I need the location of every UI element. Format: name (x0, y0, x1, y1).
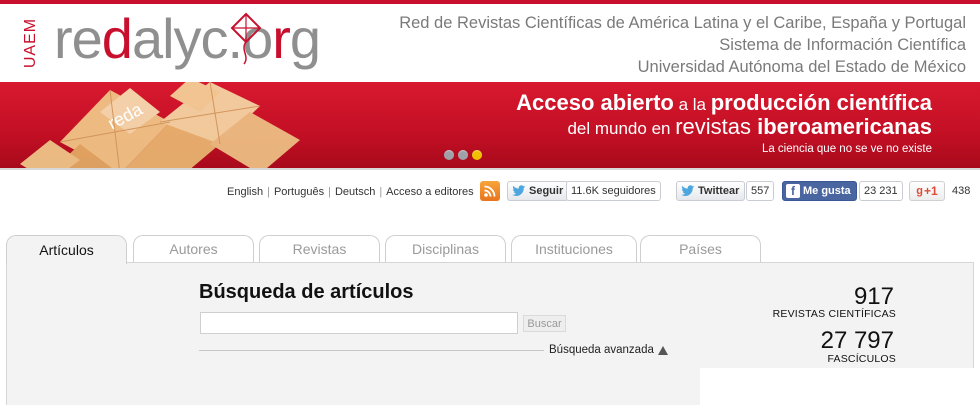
advanced-search-label: Búsqueda avanzada (549, 344, 654, 356)
google-plus-count: 438 (948, 181, 975, 201)
advanced-search-link[interactable]: Búsqueda avanzada (549, 344, 668, 356)
triangle-up-icon (657, 345, 668, 355)
lang-english-link[interactable]: English (227, 186, 263, 198)
tab-instituciones[interactable]: Instituciones (511, 235, 637, 262)
banner-text-world: del mundo en (567, 119, 676, 138)
facebook-like-count: 23 231 (859, 181, 903, 201)
kite-icon (230, 12, 262, 65)
tab-paises[interactable]: Países (640, 235, 761, 262)
search-title: Búsqueda de artículos (199, 281, 414, 303)
kites-illustration: reda (20, 82, 300, 168)
header-line-system: Sistema de Información Científica (719, 36, 966, 54)
gplus-label: +1 (924, 184, 938, 198)
hero-banner[interactable]: reda Acceso abierto a la producción cien… (0, 82, 980, 168)
lang-deutsch-link[interactable]: Deutsch (335, 186, 375, 198)
logo-part-5: g (289, 7, 321, 70)
twitter-follow-button[interactable]: Seguir (507, 181, 570, 201)
carousel-dot-3[interactable] (472, 150, 482, 160)
tab-autores[interactable]: Autores (133, 235, 254, 262)
panel-overlay (700, 368, 980, 405)
tab-label: Disciplinas (412, 241, 479, 257)
tweet-label: Twittear (698, 185, 740, 197)
facebook-icon: f (786, 184, 800, 198)
tab-disciplinas[interactable]: Disciplinas (385, 235, 506, 262)
tab-label: Autores (169, 241, 218, 257)
logo-part-2: d (101, 7, 133, 70)
twitter-followers-count: 11.6K seguidores (566, 181, 661, 201)
banner-text-a-la: a la (673, 95, 711, 114)
banner-headline-2: del mundo en revistas iberoamericanas (567, 114, 932, 140)
tab-label: Artículos (39, 242, 94, 258)
uaem-label: UAEM (22, 17, 40, 69)
header-description: Red de Revistas Científicas de América L… (399, 12, 966, 78)
tab-articulos[interactable]: Artículos (6, 235, 127, 264)
banner-text-open-access: Acceso abierto (516, 90, 674, 115)
separator: | (328, 186, 331, 198)
tab-label: Revistas (292, 241, 347, 257)
twitter-follow-label: Seguir (529, 185, 564, 197)
editors-access-link[interactable]: Acceso a editores (386, 186, 473, 198)
tab-label: Países (679, 241, 722, 257)
facebook-like-label: Me gusta (803, 185, 851, 197)
header-line-network: Red de Revistas Científicas de América L… (399, 14, 966, 32)
gplus-icon: g (916, 185, 924, 197)
logo-part-1: re (54, 7, 103, 70)
carousel-dot-1[interactable] (444, 150, 454, 160)
advanced-divider (199, 350, 544, 351)
carousel-dot-2[interactable] (458, 150, 468, 160)
tweet-count: 557 (746, 181, 775, 201)
banner-divider (0, 168, 980, 170)
banner-headline-1: Acceso abierto a la producción científic… (516, 90, 932, 116)
lang-portugues-link[interactable]: Português (274, 186, 324, 198)
logo-part-4: r (272, 7, 291, 70)
rss-icon[interactable] (480, 181, 500, 201)
separator: | (267, 186, 270, 198)
banner-text-journals: revistas (675, 114, 758, 139)
carousel-dots (444, 150, 482, 160)
banner-text-ibero: iberoamericanas (757, 114, 932, 139)
uaem-logo[interactable]: UAEM (18, 12, 44, 74)
redalyc-logo[interactable]: redalyc.org (54, 4, 321, 74)
stat-journals-label: REVISTAS CIENTÍFICAS (772, 308, 896, 320)
tab-revistas[interactable]: Revistas (259, 235, 380, 262)
twitter-bird-icon (512, 185, 526, 196)
tab-label: Instituciones (535, 241, 613, 257)
banner-tagline: La ciencia que no se ve no existe (761, 143, 932, 155)
search-button[interactable]: Buscar (523, 315, 566, 332)
stat-issues-label: FASCÍCULOS (827, 353, 896, 365)
stat-issues-value: 27 797 (820, 327, 894, 354)
rss-glyph (484, 185, 496, 197)
tweet-button[interactable]: Twittear (676, 181, 746, 201)
search-input[interactable] (200, 312, 518, 334)
language-links: English | Português | Deutsch | Acceso a… (227, 186, 474, 198)
header-line-university: Universidad Autónoma del Estado de Méxic… (637, 58, 966, 76)
banner-text-production: producción científica (710, 90, 932, 115)
google-plus-button[interactable]: g +1 (909, 181, 945, 201)
page: UAEM redalyc.org Red de Revistas Científ… (0, 0, 980, 405)
twitter-bird-icon (681, 185, 695, 196)
stat-journals-value: 917 (853, 283, 894, 310)
facebook-like-button[interactable]: f Me gusta (782, 181, 857, 201)
separator: | (379, 186, 383, 198)
